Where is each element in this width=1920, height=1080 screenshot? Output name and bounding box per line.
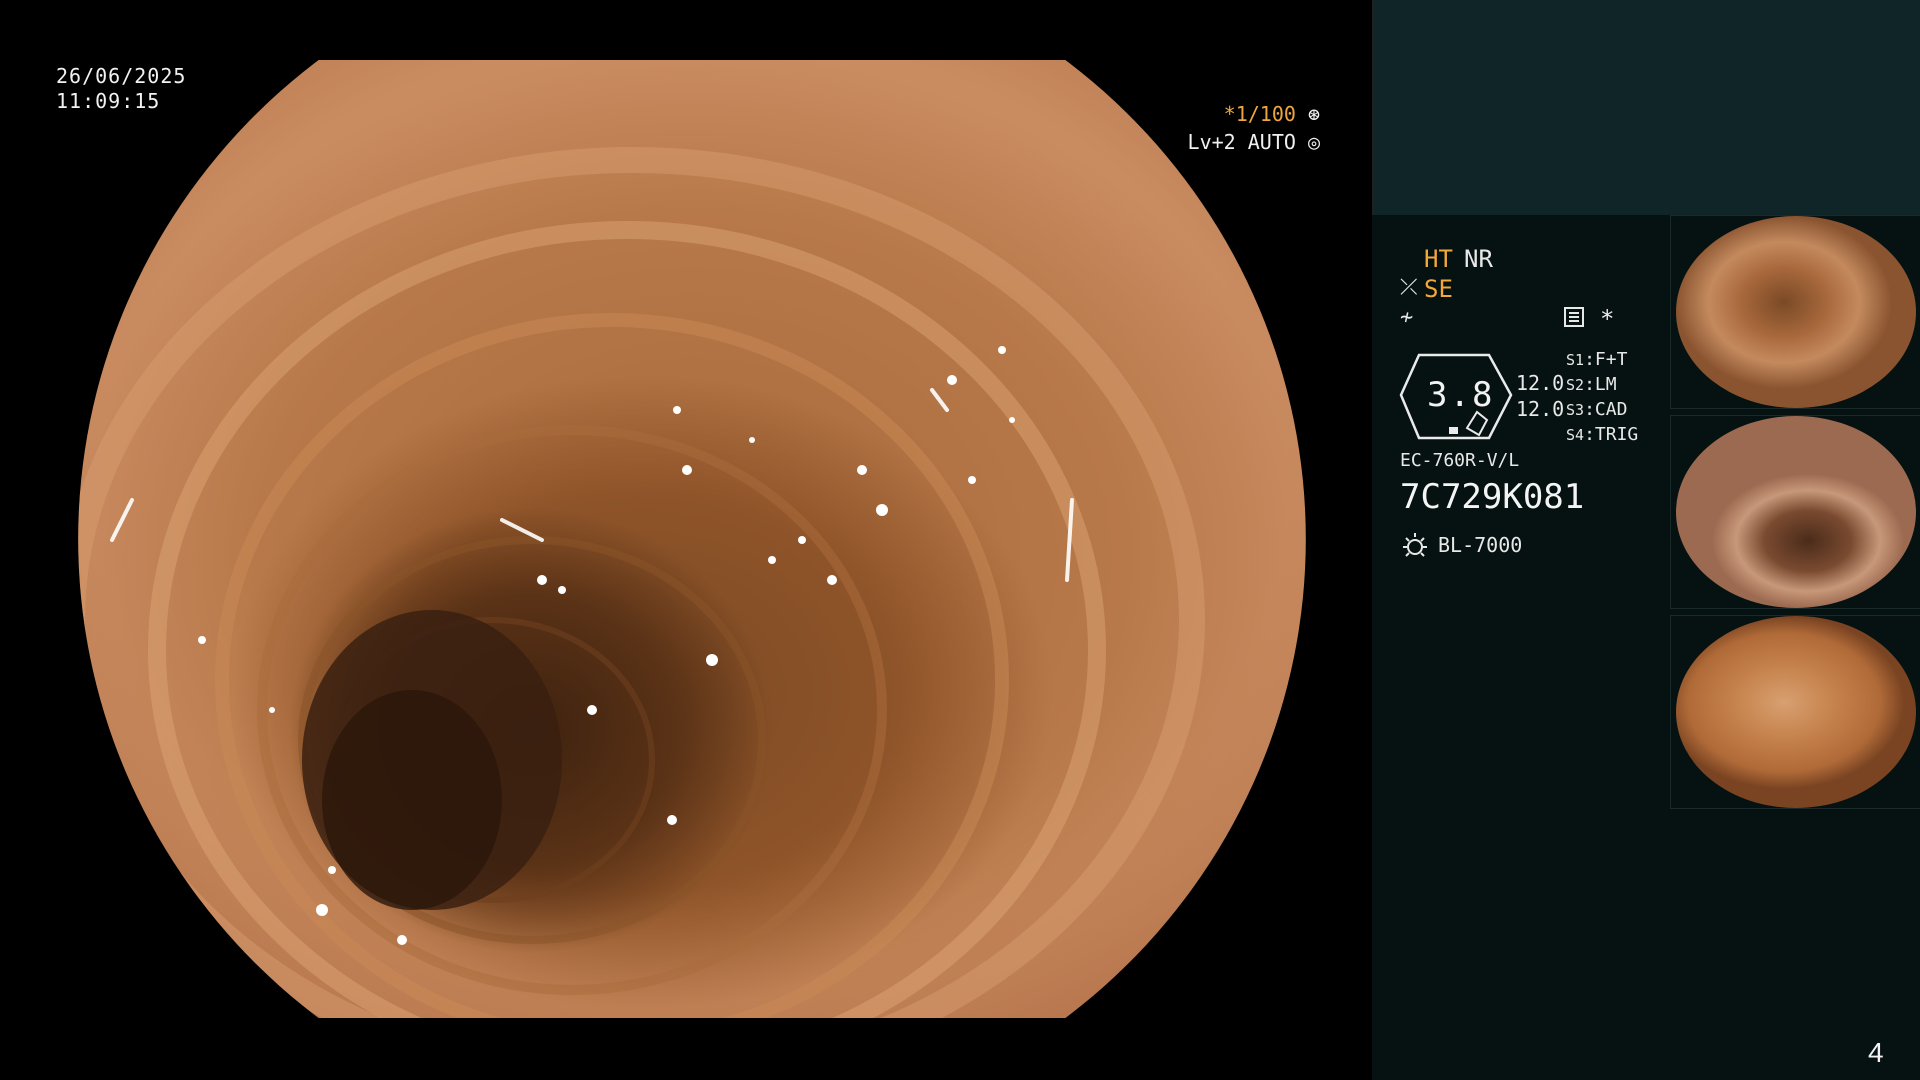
header-panel (1372, 0, 1920, 215)
datetime-overlay: 26/06/2025 11:09:15 (56, 64, 186, 114)
switch-s3: S3:CAD (1566, 399, 1628, 420)
light-source-icon (1403, 533, 1427, 557)
structure-enhance-icon: ⤫ (1400, 275, 1418, 300)
endoscopic-image (78, 60, 1306, 1018)
scope-model: EC-760R-V/L (1400, 450, 1520, 471)
thumbnail-1[interactable] (1670, 215, 1920, 409)
shutter-overlay: *1/100 ⊛ Lv+2 AUTO ◎ (1188, 100, 1320, 156)
endoscope-display: 26/06/2025 11:09:15 *1/100 ⊛ Lv+2 AUTO ◎ (0, 0, 1372, 1080)
switch-s2: S2:LM (1566, 374, 1617, 395)
thumbnail-image (1676, 616, 1916, 808)
switch-s1: S1:F+T (1566, 349, 1628, 370)
iris-icon: ◎ (1307, 130, 1320, 154)
freeze-icon: ≁ (1400, 305, 1414, 330)
ev-value-top: 12.0 (1516, 371, 1565, 395)
shutter-speed: *1/100 (1223, 102, 1296, 126)
thumbnail-2[interactable] (1670, 415, 1920, 609)
ev-value-bottom: 12.0 (1516, 397, 1565, 421)
switch-s4: S4:TRIG (1566, 424, 1639, 445)
date-text: 26/06/2025 (56, 64, 187, 88)
scope-serial: 7C729K081 (1400, 477, 1585, 517)
exposure-level: Lv+2 AUTO (1187, 130, 1296, 154)
aperture-icon: ⊛ (1307, 102, 1320, 126)
page-number: 4 (1868, 1037, 1884, 1068)
record-icon (1564, 307, 1586, 335)
nr-indicator: NR (1464, 245, 1493, 273)
se-indicator: SE (1424, 275, 1453, 303)
thumbnail-3[interactable] (1670, 615, 1920, 809)
asterisk-indicator: * (1600, 305, 1615, 333)
light-source-label: BL-7000 (1438, 533, 1523, 557)
thumbnail-image (1676, 216, 1916, 408)
time-text: 11:09:15 (56, 89, 161, 113)
zoom-value: 3.8 (1427, 375, 1495, 415)
thumbnail-image (1676, 416, 1916, 608)
colon-lumen-illustration (78, 147, 1205, 1018)
ht-indicator: HT (1424, 245, 1453, 273)
